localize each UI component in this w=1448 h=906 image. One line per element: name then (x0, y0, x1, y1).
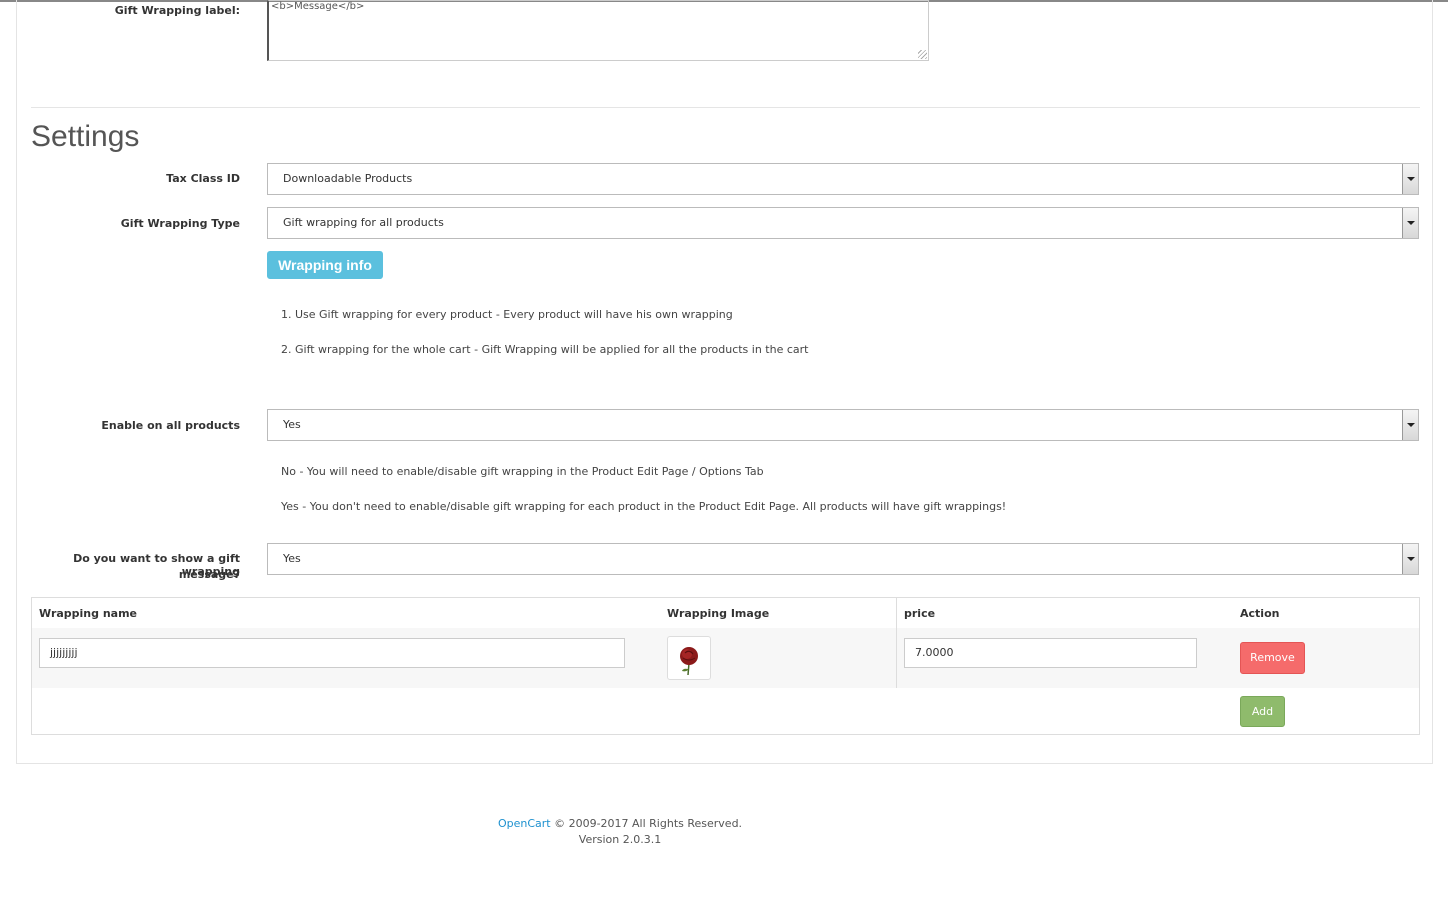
wrapping-info-line-2: 2. Gift wrapping for the whole cart - Gi… (281, 343, 809, 356)
section-divider (31, 107, 1420, 108)
chevron-down-icon[interactable] (1402, 410, 1418, 440)
settings-title: Settings (31, 120, 140, 153)
enable-all-value: Yes (283, 418, 301, 431)
footer-version: Version 2.0.3.1 (578, 833, 662, 846)
gift-wrapping-label: Gift Wrapping label: (114, 4, 240, 17)
enable-info-line-2: Yes - You don't need to enable/disable g… (281, 500, 1007, 513)
wrapping-type-select[interactable]: Gift wrapping for all products (267, 207, 1419, 239)
add-wrapping-button[interactable]: Add (1240, 696, 1285, 727)
wrapping-type-label: Gift Wrapping Type (120, 217, 240, 230)
copyright-text: © 2009-2017 All Rights Reserved. (550, 817, 743, 830)
resize-grip-icon[interactable] (918, 50, 927, 59)
tax-class-label: Tax Class ID (166, 172, 240, 185)
opencart-link[interactable]: OpenCart (498, 817, 551, 830)
tax-class-select[interactable]: Downloadable Products (267, 163, 1419, 195)
price-input[interactable]: 7.0000 (904, 638, 1197, 668)
wrapping-image-thumbnail[interactable] (667, 636, 711, 680)
wrapping-info-button[interactable]: Wrapping info (267, 251, 383, 279)
tax-class-value: Downloadable Products (283, 172, 413, 185)
textarea-value: <b>Message</b> (271, 1, 365, 12)
wrapping-info-line-1: 1. Use Gift wrapping for every product -… (281, 308, 733, 321)
wrapping-name-input[interactable]: jjjjjjjjj (39, 638, 625, 668)
gift-wrapping-label-textarea[interactable]: <b>Message</b> (267, 0, 929, 61)
enable-info-line-1: No - You will need to enable/disable gif… (281, 465, 764, 478)
header-wrapping-image: Wrapping Image (667, 607, 770, 620)
column-divider (896, 597, 897, 688)
wrapping-type-value: Gift wrapping for all products (283, 216, 444, 229)
enable-all-label: Enable on all products (101, 419, 240, 432)
show-message-label-line2: message? (178, 568, 240, 581)
show-message-value: Yes (283, 552, 301, 565)
chevron-down-icon[interactable] (1402, 544, 1418, 574)
header-price: price (904, 607, 936, 620)
remove-wrapping-button[interactable]: Remove (1240, 642, 1305, 674)
chevron-down-icon[interactable] (1402, 208, 1418, 238)
rose-thumbnail-icon (680, 647, 698, 676)
chevron-down-icon[interactable] (1402, 164, 1418, 194)
header-action: Action (1240, 607, 1280, 620)
header-wrapping-name: Wrapping name (39, 607, 138, 620)
footer-copyright: OpenCart © 2009-2017 All Rights Reserved… (470, 817, 770, 830)
show-message-select[interactable]: Yes (267, 543, 1419, 575)
enable-all-select[interactable]: Yes (267, 409, 1419, 441)
